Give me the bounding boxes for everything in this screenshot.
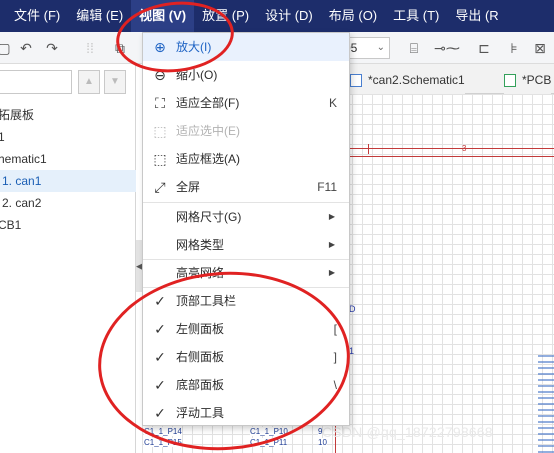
menu-item-label: 全屏 xyxy=(176,180,201,194)
schematic-file-icon xyxy=(350,74,362,88)
check-icon: ✓ xyxy=(154,321,166,337)
menu-place[interactable]: 放置 (P) xyxy=(194,0,257,32)
submenu-arrow-icon: ▶ xyxy=(328,212,335,221)
menu-item-label: 网格尺寸(G) xyxy=(176,210,242,224)
menu-layout[interactable]: 布局 (O) xyxy=(321,0,385,32)
save-icon[interactable]: ▢ xyxy=(0,38,14,58)
shortcut-label: F11 xyxy=(317,180,337,194)
shortcut-label: \ xyxy=(333,378,337,392)
menu-item-zoom-in[interactable]: ⊕ 放大(I) xyxy=(143,33,349,61)
menu-design[interactable]: 设计 (D) xyxy=(257,0,321,32)
pcb-file-icon xyxy=(504,74,516,88)
menu-item-bottom-panel[interactable]: ✓ 底部面板 \ xyxy=(143,371,349,399)
shortcut-label: ] xyxy=(333,350,337,364)
net-label: C1_1_P14 xyxy=(144,427,182,436)
menu-item-grid-type[interactable]: 网格类型 ▶ xyxy=(143,231,349,259)
menu-item-label: 放大(I) xyxy=(176,40,212,54)
check-icon: ✓ xyxy=(154,405,166,421)
menu-item-label: 缩小(O) xyxy=(176,68,218,82)
net-label: C1_1_P10 xyxy=(250,427,288,436)
tab-pcb[interactable]: *PCB xyxy=(504,67,552,94)
fit-selected-icon: ⬚ xyxy=(153,123,167,139)
menu-item-right-panel[interactable]: ✓ 右侧面板 ] xyxy=(143,343,349,371)
menu-item-label: 右侧面板 xyxy=(176,350,225,364)
tree-item-schematic[interactable]: hematic1 xyxy=(0,148,136,170)
fullscreen-icon: ⤢ xyxy=(154,179,166,195)
submenu-arrow-icon: ▶ xyxy=(328,240,335,249)
check-icon: ✓ xyxy=(154,293,166,309)
fit-box-icon: ⬚ xyxy=(153,151,167,167)
menu-item-fit-box[interactable]: ⬚ 适应框选(A) xyxy=(143,145,349,173)
zoom-out-icon: ⊖ xyxy=(154,67,166,83)
menu-tools[interactable]: 工具 (T) xyxy=(385,0,447,32)
schematic-zone-number: 3 xyxy=(462,144,467,153)
left-panel: ▲ ▼ 拓展板 1 hematic1 1. can1 2. can2 CB1 xyxy=(0,64,136,453)
check-icon: ✓ xyxy=(154,349,166,365)
menu-file[interactable]: 文件 (F) xyxy=(6,0,68,32)
wire-icon[interactable]: ⊏ xyxy=(474,38,494,58)
tree-item-can1[interactable]: 1. can1 xyxy=(0,170,136,192)
tab-can2-schematic[interactable]: *can2.Schematic1 xyxy=(350,67,465,94)
tree-item-project[interactable]: 拓展板 xyxy=(0,104,136,126)
document-tab-bar: *can2.Schematic1 *PCB xyxy=(342,64,554,94)
menu-item-fit-all[interactable]: ⛶ 适应全部(F) K xyxy=(143,89,349,117)
schematic-pin-column xyxy=(538,355,554,453)
zoom-in-icon: ⊕ xyxy=(154,39,166,55)
fit-all-icon: ⛶ xyxy=(155,95,165,111)
menu-view[interactable]: 视图 (V) xyxy=(131,0,195,32)
bus-icon[interactable]: ⊧ xyxy=(504,38,524,58)
menu-item-zoom-out[interactable]: ⊖ 缩小(O) xyxy=(143,61,349,89)
menu-item-label: 网格类型 xyxy=(176,238,225,252)
menu-item-label: 适应框选(A) xyxy=(176,152,240,166)
tree-item-can2[interactable]: 2. can2 xyxy=(0,192,136,214)
component-icon[interactable]: ⌸ xyxy=(404,38,424,58)
nav-up-button[interactable]: ▲ xyxy=(78,70,100,94)
net-label: C1_1_P15 xyxy=(144,438,182,447)
menu-item-label: 顶部工具栏 xyxy=(176,294,237,308)
redo-icon[interactable]: ↷ xyxy=(42,38,62,58)
schematic-tick xyxy=(368,144,369,154)
net-label: C1_1_P11 xyxy=(250,438,288,447)
menu-item-fullscreen[interactable]: ⤢ 全屏 F11 xyxy=(143,173,349,201)
search-input[interactable] xyxy=(0,70,72,94)
menu-item-fit-selected: ⬚ 适应选中(E) xyxy=(143,117,349,145)
check-icon: ✓ xyxy=(154,377,166,393)
tab-label: *can2.Schematic1 xyxy=(368,73,465,87)
menu-edit[interactable]: 编辑 (E) xyxy=(68,0,131,32)
view-menu-dropdown: ⊕ 放大(I) ⊖ 缩小(O) ⛶ 适应全部(F) K ⬚ 适应选中(E) ⬚ … xyxy=(142,32,350,426)
menu-export[interactable]: 导出 (R xyxy=(447,0,506,32)
menu-item-label: 适应全部(F) xyxy=(176,96,240,110)
menu-item-highlight-net[interactable]: 高亮网络 ▶ xyxy=(143,259,349,287)
nav-down-button[interactable]: ▼ xyxy=(104,70,126,94)
net-label-icon[interactable]: ⊠ xyxy=(530,38,550,58)
tree-item-board[interactable]: 1 xyxy=(0,126,136,148)
menu-item-label: 浮动工具 xyxy=(176,406,225,420)
grid-icon[interactable]: ⁞⁞ xyxy=(80,38,100,58)
menu-bar: 文件 (F) 编辑 (E) 视图 (V) 放置 (P) 设计 (D) 布局 (O… xyxy=(0,0,554,32)
undo-icon[interactable]: ↶ xyxy=(16,38,36,58)
app-window: 文件 (F) 编辑 (E) 视图 (V) 放置 (P) 设计 (D) 布局 (O… xyxy=(0,0,554,453)
shortcut-label: [ xyxy=(333,322,337,336)
resistor-icon[interactable]: ⊸⁓ xyxy=(430,38,464,58)
shortcut-label: K xyxy=(328,96,337,110)
tree-item-pcb[interactable]: CB1 xyxy=(0,214,136,236)
menu-item-label: 左侧面板 xyxy=(176,322,225,336)
menu-item-label: 适应选中(E) xyxy=(176,124,240,138)
menu-item-top-toolbar[interactable]: ✓ 顶部工具栏 xyxy=(143,287,349,315)
menu-item-left-panel[interactable]: ✓ 左侧面板 [ xyxy=(143,315,349,343)
menu-item-label: 底部面板 xyxy=(176,378,225,392)
menu-item-floating-tools[interactable]: ✓ 浮动工具 xyxy=(143,399,349,427)
chevron-down-icon: ⌄ xyxy=(376,42,385,53)
menu-item-label: 高亮网络 xyxy=(176,266,225,280)
tab-label: *PCB xyxy=(522,73,552,87)
menu-item-grid-size[interactable]: 网格尺寸(G) ▶ xyxy=(143,203,349,231)
copy-icon[interactable]: ⧉ xyxy=(110,38,130,58)
submenu-arrow-icon: ▶ xyxy=(328,268,335,277)
